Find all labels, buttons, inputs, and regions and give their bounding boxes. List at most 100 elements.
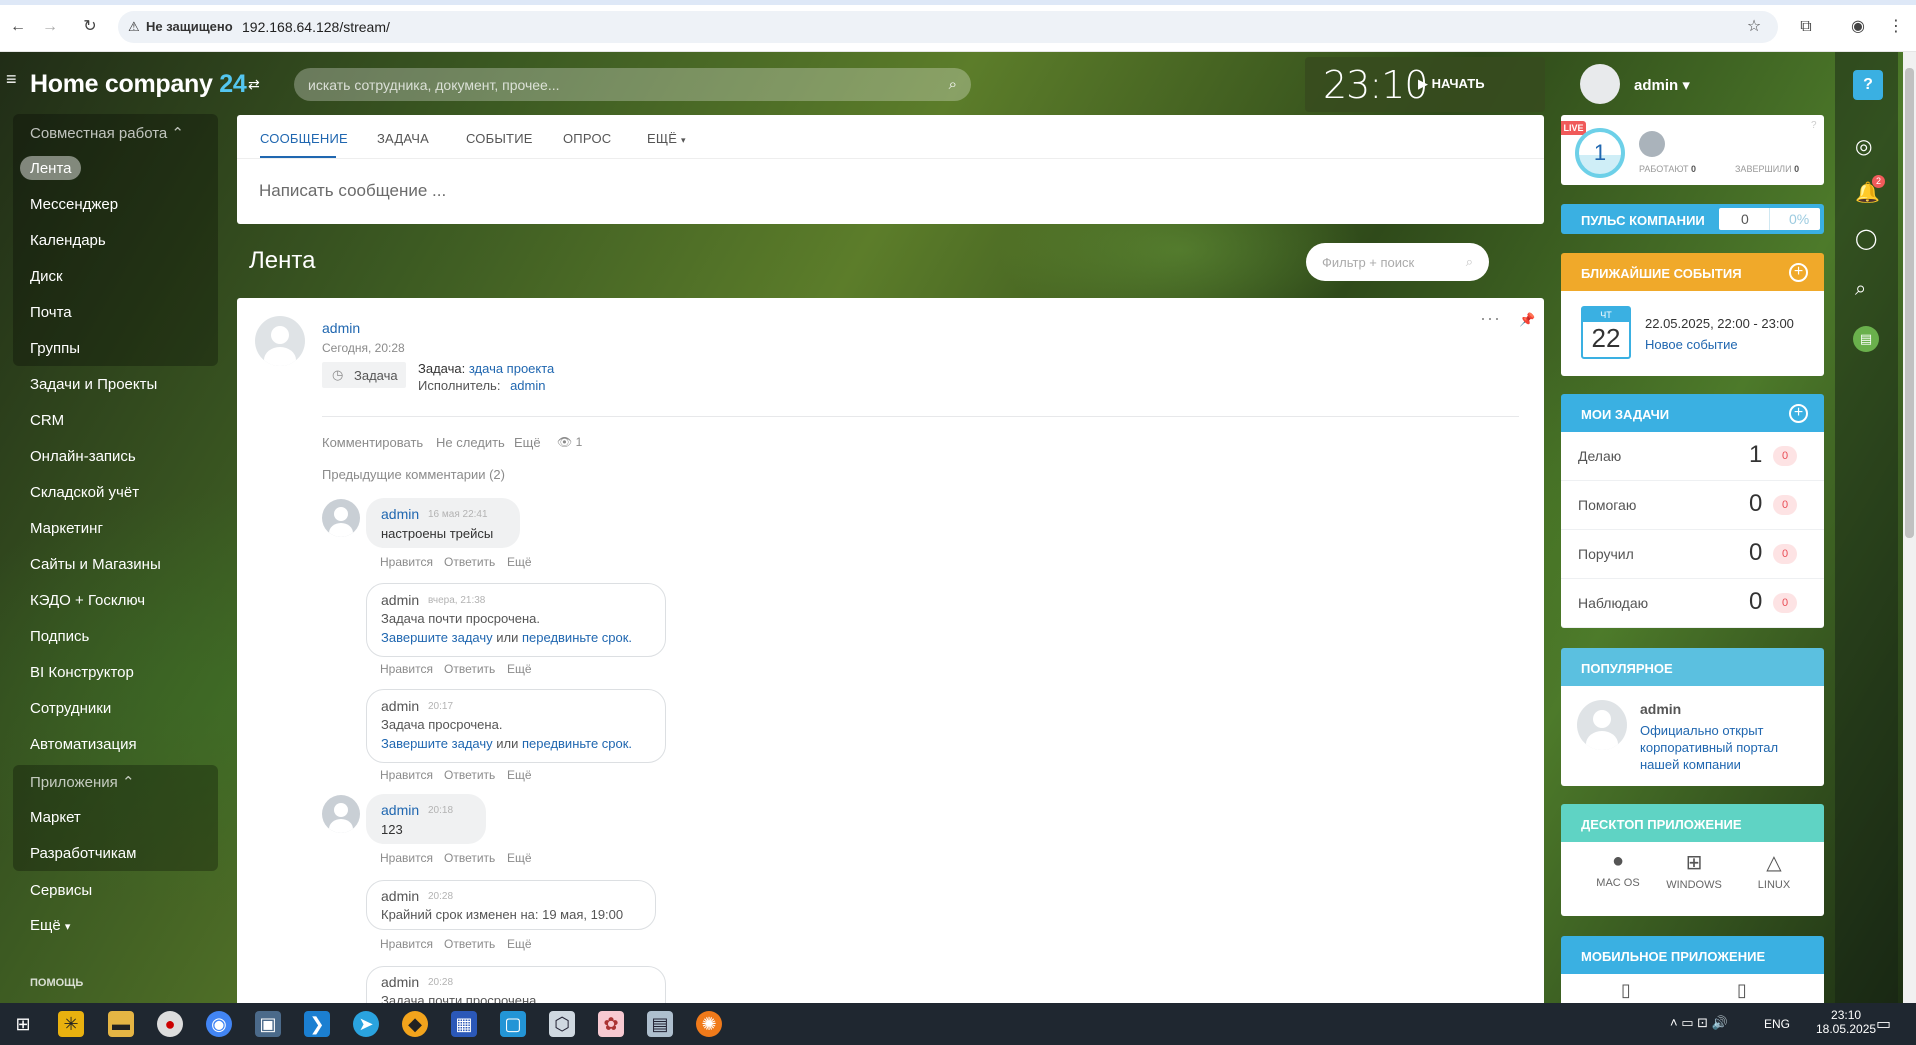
help-icon[interactable]: ?	[1811, 120, 1817, 131]
start-day-button[interactable]: ▶ НАЧАТЬ	[1418, 76, 1485, 92]
like-button[interactable]: Нравится	[380, 768, 433, 782]
comment-author[interactable]: admin	[381, 802, 419, 818]
like-button[interactable]: Нравится	[380, 662, 433, 676]
task-row-assigned[interactable]: Поручил 0 0	[1561, 530, 1824, 579]
complete-task-link[interactable]: Завершите задачу	[381, 630, 493, 645]
executor-link[interactable]: admin	[510, 378, 545, 393]
sidebar-item-bi[interactable]: BI Конструктор	[30, 664, 134, 681]
comment-author[interactable]: admin	[381, 592, 419, 608]
sidebar-item-developers[interactable]: Разработчикам	[30, 845, 136, 862]
comment-more-button[interactable]: Ещё	[507, 555, 532, 569]
address-bar[interactable]: ⚠ Не защищено 192.168.64.128/stream/	[118, 11, 1778, 43]
post-more-button[interactable]: Ещё	[514, 435, 541, 450]
comment-author[interactable]: admin	[381, 506, 419, 522]
previous-comments-link[interactable]: Предыдущие комментарии (2)	[322, 467, 505, 482]
download-macos[interactable]: ● MAC OS	[1593, 850, 1643, 889]
help-icon[interactable]: ?	[1853, 70, 1883, 100]
reload-icon[interactable]: ↻	[80, 17, 100, 37]
comment-author[interactable]: admin	[381, 888, 419, 904]
reply-button[interactable]: Ответить	[444, 768, 495, 782]
comment-more-button[interactable]: Ещё	[507, 662, 532, 676]
back-arrow-icon[interactable]: ←	[8, 17, 28, 37]
popular-text-line3[interactable]: нашей компании	[1640, 757, 1741, 772]
app-icon[interactable]: ✿	[598, 1011, 624, 1037]
forward-arrow-icon[interactable]: →	[40, 17, 60, 37]
reply-button[interactable]: Ответить	[444, 937, 495, 951]
feed-filter[interactable]: ⌕	[1306, 243, 1489, 281]
comment-author[interactable]: admin	[381, 698, 419, 714]
sidebar-item-employees[interactable]: Сотрудники	[30, 700, 111, 717]
sidebar-item-tasks[interactable]: Задачи и Проекты	[30, 376, 157, 393]
tray-clock[interactable]: 23:10 18.05.2025	[1816, 1008, 1876, 1036]
complete-task-link[interactable]: Завершите задачу	[381, 736, 493, 751]
search-icon[interactable]: ⌕	[949, 76, 957, 93]
unfollow-button[interactable]: Не следить	[436, 435, 505, 450]
task-row-helping[interactable]: Помогаю 0 0	[1561, 481, 1824, 530]
message-input[interactable]: Написать сообщение ...	[259, 181, 446, 201]
app-icon[interactable]: ▤	[647, 1011, 673, 1037]
tray-icons[interactable]: ˄ ▭ ⊡ 🔊	[1670, 1015, 1728, 1031]
add-task-button[interactable]: +	[1789, 404, 1808, 423]
filter-input[interactable]	[1322, 243, 1462, 281]
event-date-badge[interactable]: ЧТ 22	[1581, 306, 1631, 359]
tab-poll[interactable]: ОПРОС	[563, 131, 611, 146]
sidebar-item-crm[interactable]: CRM	[30, 412, 64, 429]
sidebar-item-disk[interactable]: Диск	[30, 268, 63, 285]
sidebar-item-calendar[interactable]: Календарь	[30, 232, 106, 249]
avatar[interactable]	[1577, 700, 1627, 750]
sidebar-item-groups[interactable]: Группы	[30, 340, 80, 357]
popular-text-line2[interactable]: корпоративный портал	[1640, 740, 1778, 755]
reply-button[interactable]: Ответить	[444, 555, 495, 569]
app-icon[interactable]: ✳	[58, 1011, 84, 1037]
more-dots-icon[interactable]: ···	[1480, 308, 1501, 329]
app-icon[interactable]: ▣	[255, 1011, 281, 1037]
comment-more-button[interactable]: Ещё	[507, 768, 532, 782]
telegram-icon[interactable]: ➤	[353, 1011, 379, 1037]
tab-more[interactable]: ЕЩЁ ▾	[647, 131, 686, 146]
avatar[interactable]	[322, 499, 360, 537]
sidebar-item-booking[interactable]: Онлайн-запись	[30, 448, 136, 465]
ios-icon[interactable]: ▯	[1621, 980, 1631, 1001]
settings-sliders-icon[interactable]: ⇄	[248, 76, 260, 93]
post-author[interactable]: admin	[322, 320, 360, 336]
reply-button[interactable]: Ответить	[444, 851, 495, 865]
vscode-icon[interactable]: ❯	[304, 1011, 330, 1037]
add-event-button[interactable]: +	[1789, 263, 1808, 282]
sidebar-item-inventory[interactable]: Складской учёт	[30, 484, 139, 501]
like-button[interactable]: Нравится	[380, 937, 433, 951]
folder-icon[interactable]: ▬	[108, 1011, 134, 1037]
app-icon[interactable]: ▦	[451, 1011, 477, 1037]
scrollbar-thumb[interactable]	[1905, 68, 1914, 538]
sidebar-item-sites[interactable]: Сайты и Магазины	[30, 556, 161, 573]
sidebar-item-automation[interactable]: Автоматизация	[30, 736, 137, 753]
not-secure-label[interactable]: Не защищено	[146, 19, 233, 34]
avatar[interactable]	[1580, 64, 1620, 104]
sidebar-item-services[interactable]: Сервисы	[30, 882, 92, 899]
hamburger-menu-icon[interactable]: ≡	[6, 70, 24, 88]
notification-center-icon[interactable]: ▭	[1876, 1014, 1891, 1034]
company-pulse[interactable]: ПУЛЬС КОМПАНИИ 0 0%	[1561, 204, 1824, 234]
online-counter[interactable]: 1	[1575, 128, 1625, 178]
url-text[interactable]: 192.168.64.128/stream/	[242, 19, 390, 35]
popular-text-line1[interactable]: Официально открыт	[1640, 723, 1764, 738]
language-indicator[interactable]: ENG	[1764, 1017, 1790, 1031]
tab-event[interactable]: СОБЫТИЕ	[466, 131, 533, 146]
extensions-icon[interactable]: ⧉	[1796, 17, 1816, 37]
search-icon[interactable]: ⌕	[1855, 278, 1866, 301]
search-icon[interactable]: ⌕	[1466, 254, 1473, 270]
chrome-icon[interactable]: ◉	[206, 1011, 232, 1037]
reply-button[interactable]: Ответить	[444, 662, 495, 676]
sidebar-item-kedo[interactable]: КЭДО + Госключ	[30, 592, 145, 609]
avatar[interactable]	[255, 316, 305, 366]
nav-section-title-collaboration[interactable]: Совместная работа ⌃	[30, 124, 184, 142]
task-link[interactable]: здача проекта	[469, 361, 554, 376]
like-button[interactable]: Нравится	[380, 555, 433, 569]
task-row-doing[interactable]: Делаю 1 0	[1561, 432, 1824, 481]
app-icon[interactable]: ●	[157, 1011, 183, 1037]
event-name-link[interactable]: Новое событие	[1645, 337, 1738, 352]
sidebar-item-more[interactable]: Ещё ▾	[30, 917, 70, 934]
box-icon[interactable]: ⬡	[549, 1011, 575, 1037]
sidebar-item-feed[interactable]: Лента	[30, 160, 72, 177]
comment-more-button[interactable]: Ещё	[507, 851, 532, 865]
download-windows[interactable]: ⊞ WINDOWS	[1662, 850, 1726, 891]
